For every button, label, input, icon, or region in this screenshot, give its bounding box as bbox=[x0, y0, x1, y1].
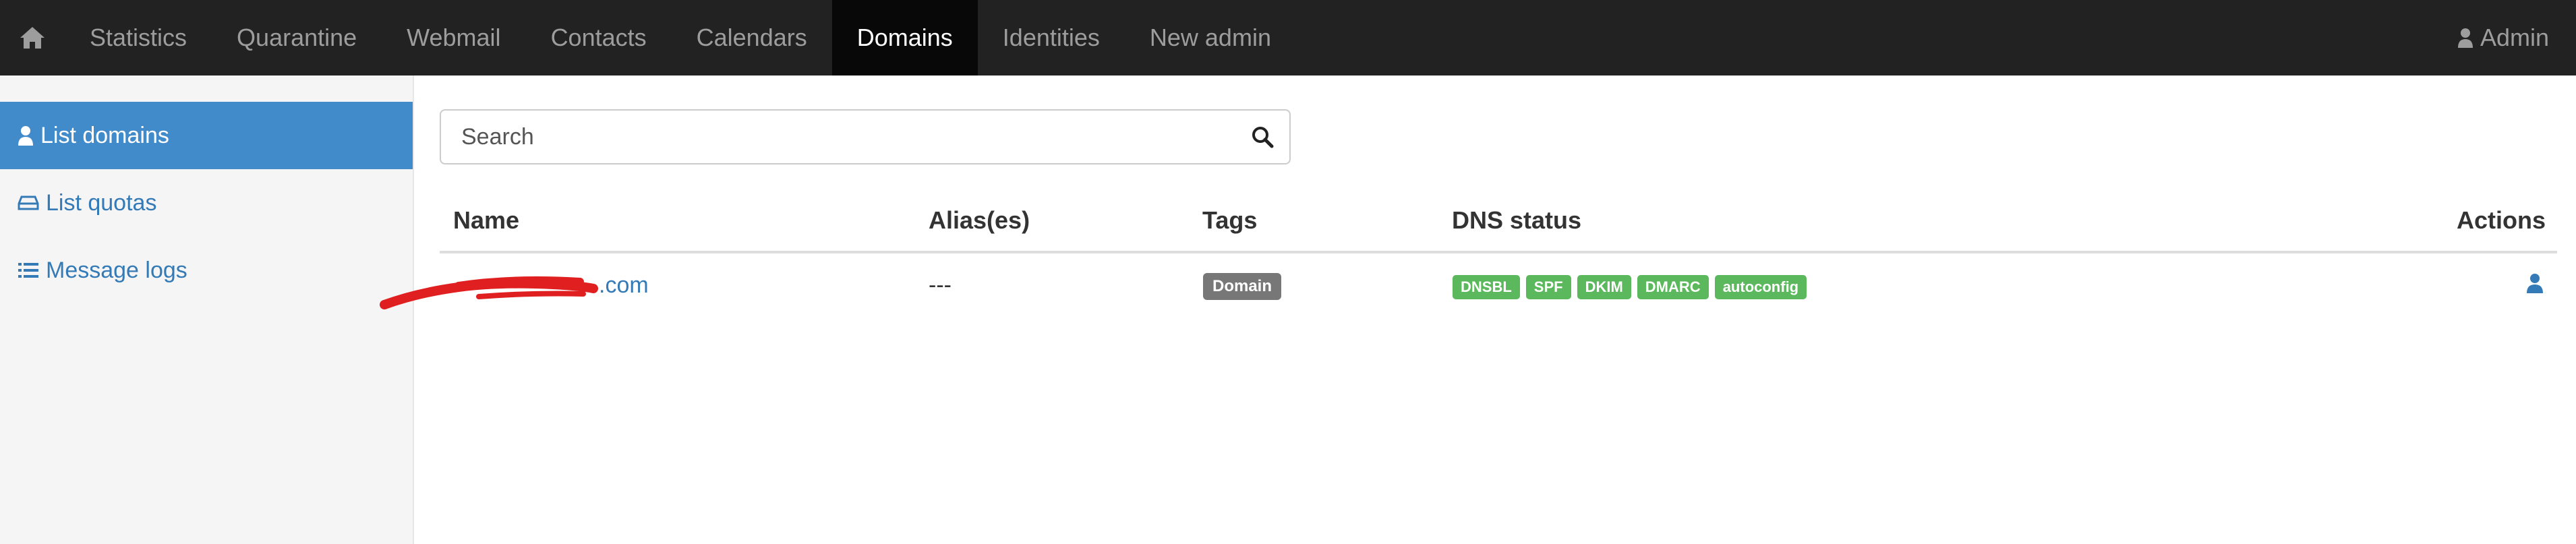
sidebar: List domains List quotas Message logs bbox=[0, 75, 414, 544]
sidebar-item-list-quotas[interactable]: List quotas bbox=[0, 169, 413, 237]
nav-contacts[interactable]: Contacts bbox=[526, 0, 672, 75]
sidebar-item-message-logs[interactable]: Message logs bbox=[0, 237, 413, 304]
column-header-name: Name bbox=[453, 206, 520, 234]
redaction-scribble bbox=[380, 276, 598, 309]
table-header-divider bbox=[440, 251, 2557, 253]
column-header-actions: Actions bbox=[2457, 206, 2546, 234]
search-button[interactable] bbox=[1235, 125, 1289, 148]
sidebar-item-list-domains[interactable]: List domains bbox=[0, 102, 413, 169]
dns-badge-autoconfig: autoconfig bbox=[1714, 275, 1807, 299]
dns-status-badges: DNSBL SPF DKIM DMARC autoconfig bbox=[1453, 275, 1807, 299]
identity-action-button[interactable] bbox=[2526, 272, 2544, 297]
nav-webmail[interactable]: Webmail bbox=[382, 0, 525, 75]
list-icon bbox=[18, 263, 38, 278]
top-navbar: Statistics Quarantine Webmail Contacts C… bbox=[0, 0, 2576, 75]
nav-identities[interactable]: Identities bbox=[978, 0, 1125, 75]
home-icon bbox=[20, 27, 45, 49]
dns-badge-dnsbl: DNSBL bbox=[1453, 275, 1520, 299]
aliases-value: --- bbox=[929, 272, 952, 298]
dns-badge-dmarc: DMARC bbox=[1637, 275, 1709, 299]
nav-domains[interactable]: Domains bbox=[831, 0, 978, 75]
column-header-tags: Tags bbox=[1202, 206, 1258, 234]
nav-quarantine[interactable]: Quarantine bbox=[212, 0, 382, 75]
home-button[interactable] bbox=[0, 0, 65, 75]
sidebar-item-label: List quotas bbox=[46, 189, 157, 216]
admin-menu[interactable]: Admin bbox=[2457, 0, 2549, 75]
nav-calendars[interactable]: Calendars bbox=[672, 0, 832, 75]
hdd-icon bbox=[18, 195, 39, 210]
dns-badge-dkim: DKIM bbox=[1577, 275, 1631, 299]
search-icon bbox=[1252, 127, 1274, 148]
search-input[interactable] bbox=[441, 113, 1235, 161]
user-icon bbox=[2527, 274, 2543, 293]
dns-badge-spf: SPF bbox=[1525, 275, 1571, 299]
domain-name-link[interactable]: .com bbox=[599, 272, 649, 299]
sidebar-item-label: List domains bbox=[40, 122, 169, 148]
admin-label: Admin bbox=[2480, 24, 2549, 51]
sidebar-item-label: Message logs bbox=[46, 257, 187, 283]
domain-tag-badge: Domain bbox=[1203, 273, 1282, 300]
search-box bbox=[440, 109, 1291, 164]
user-icon bbox=[18, 126, 33, 146]
column-header-dns-status: DNS status bbox=[1452, 206, 1582, 234]
nav-new-admin[interactable]: New admin bbox=[1125, 0, 1296, 75]
column-header-aliases: Alias(es) bbox=[929, 206, 1030, 234]
nav-statistics[interactable]: Statistics bbox=[65, 0, 212, 75]
user-icon bbox=[2457, 28, 2473, 48]
